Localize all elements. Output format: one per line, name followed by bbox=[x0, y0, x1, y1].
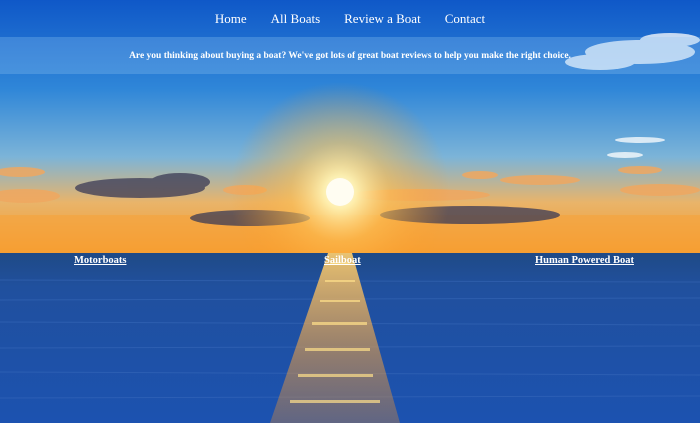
main-nav: Home All Boats Review a Boat Contact bbox=[0, 0, 700, 37]
tagline-banner: Are you thinking about buying a boat? We… bbox=[0, 37, 700, 74]
category-human-powered-boat-link[interactable]: Human Powered Boat bbox=[535, 255, 634, 266]
nav-contact-link[interactable]: Contact bbox=[445, 11, 485, 27]
nav-review-a-boat-link[interactable]: Review a Boat bbox=[344, 11, 421, 27]
nav-all-boats-link[interactable]: All Boats bbox=[271, 11, 320, 27]
category-sailboat-link[interactable]: Sailboat bbox=[324, 255, 361, 266]
tagline-text: Are you thinking about buying a boat? We… bbox=[129, 50, 571, 61]
nav-home-link[interactable]: Home bbox=[215, 11, 247, 27]
category-motorboats-link[interactable]: Motorboats bbox=[74, 255, 127, 266]
